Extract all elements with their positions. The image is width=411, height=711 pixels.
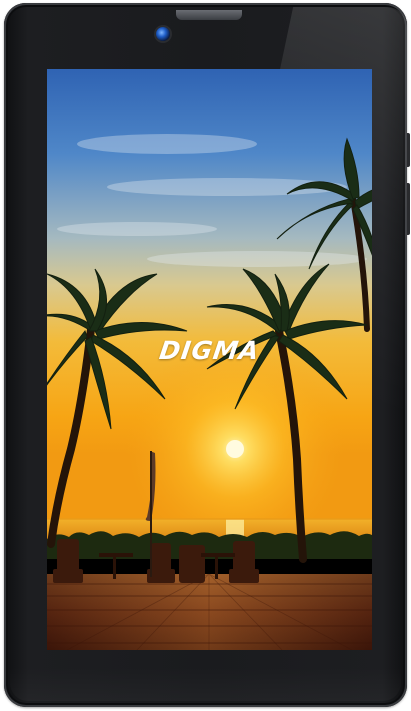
tablet-screen[interactable]: DIGMA — [47, 69, 372, 650]
power-button[interactable] — [407, 133, 410, 167]
earpiece-speaker — [176, 10, 242, 20]
front-camera-icon — [156, 27, 170, 41]
brand-logo: DIGMA — [157, 336, 262, 365]
bottom-bezel — [10, 667, 401, 701]
tablet-device: DIGMA — [4, 3, 410, 707]
sun — [226, 440, 244, 458]
volume-button[interactable] — [407, 183, 410, 235]
